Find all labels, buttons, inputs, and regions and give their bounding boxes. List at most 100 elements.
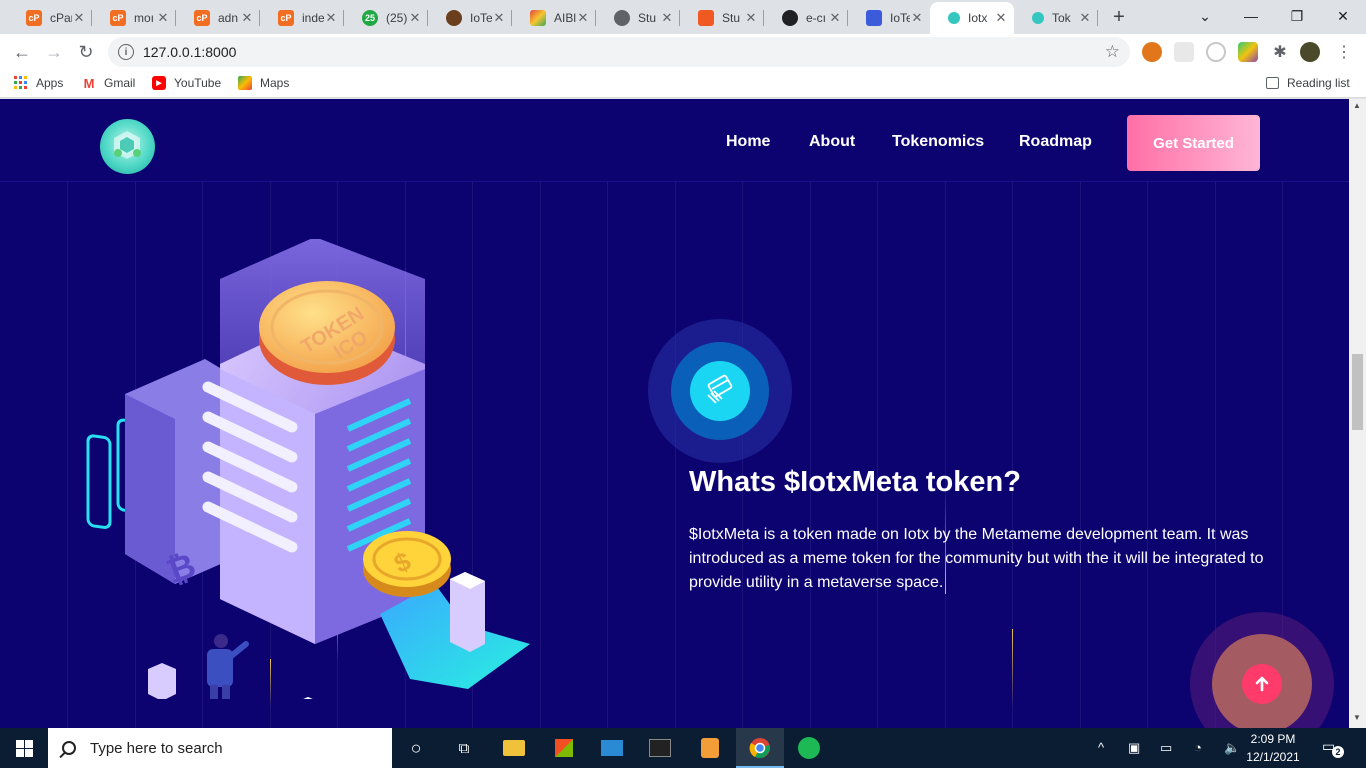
browser-tab[interactable]: cP inde ✕ [260, 4, 344, 32]
bookmark-gmail[interactable]: M Gmail [82, 76, 136, 91]
nav-roadmap[interactable]: Roadmap [1019, 133, 1092, 151]
search-placeholder: Type here to search [90, 739, 223, 757]
tray-app-icon[interactable]: ▣ [1128, 740, 1140, 756]
avatar[interactable] [1300, 42, 1320, 62]
cortana-icon[interactable]: ○ [404, 736, 428, 760]
close-icon[interactable]: ✕ [408, 10, 422, 26]
scrollbar-thumb[interactable] [1352, 354, 1363, 430]
puzzle-icon[interactable]: ✱ [1270, 42, 1290, 62]
wifi-icon[interactable]: ◔ [1194, 740, 1202, 755]
file-explorer-icon[interactable] [502, 736, 526, 760]
tab-label: Stu [722, 11, 741, 25]
scroll-up-icon[interactable]: ▲ [1353, 101, 1361, 110]
browser-tab-active[interactable]: Iotx ✕ [930, 2, 1014, 34]
taskbar-clock[interactable]: 2:09 PM 12/1/2021 [1246, 730, 1300, 766]
tab-favicon [866, 10, 882, 26]
tab-search-icon[interactable]: ⌄ [1182, 0, 1228, 32]
browser-tab[interactable]: cP moı ✕ [92, 4, 176, 32]
browser-tab[interactable]: Stu ✕ [596, 4, 680, 32]
new-tab-button[interactable]: + [1108, 6, 1130, 29]
scroll-down-icon[interactable]: ▼ [1353, 713, 1361, 722]
extension-icon[interactable] [1174, 42, 1194, 62]
nav-about[interactable]: About [809, 133, 855, 151]
forward-icon[interactable]: → [42, 40, 66, 64]
back-to-top-button[interactable] [1242, 664, 1282, 704]
metamask-extension-icon[interactable] [1142, 42, 1162, 62]
site-logo[interactable] [100, 119, 155, 174]
grid-line [877, 182, 878, 728]
tab-label: adn [218, 11, 239, 25]
battery-icon[interactable]: ▭ [1160, 740, 1172, 756]
close-icon[interactable]: ✕ [994, 10, 1008, 26]
reading-list-button[interactable]: Reading list [1266, 76, 1350, 90]
bookmark-maps[interactable]: Maps [238, 76, 289, 90]
browser-tab[interactable]: Tok ✕ [1014, 4, 1098, 32]
browser-tab[interactable]: Stu ✕ [680, 4, 764, 32]
store-icon[interactable] [552, 736, 576, 760]
extension-icon[interactable] [1206, 42, 1226, 62]
grid-line [1080, 182, 1081, 728]
nav-tokenomics[interactable]: Tokenomics [892, 133, 984, 151]
nav-home[interactable]: Home [726, 133, 770, 151]
tab-strip: cP cPar ✕ cP moı ✕ cP adn ✕ cP inde ✕ 25… [0, 0, 1366, 34]
token-ico-illustration: ₿ TOKEN ICO $ [86, 239, 530, 699]
terminal-icon[interactable] [648, 736, 672, 760]
close-icon[interactable]: ✕ [744, 10, 758, 26]
bookmark-youtube[interactable]: ▶ YouTube [152, 76, 221, 90]
youtube-icon: ▶ [152, 76, 166, 90]
spotify-icon[interactable] [797, 736, 821, 760]
close-icon[interactable]: ✕ [828, 10, 842, 26]
tab-favicon [530, 10, 546, 26]
notifications-button[interactable]: ▭ 2 [1322, 738, 1344, 758]
restore-button[interactable]: ❐ [1274, 0, 1320, 32]
sublime-text-icon[interactable] [698, 736, 722, 760]
browser-tab[interactable]: AIBl ✕ [512, 4, 596, 32]
browser-tab[interactable]: 25 (25) ✕ [344, 4, 428, 32]
close-icon[interactable]: ✕ [324, 10, 338, 26]
close-icon[interactable]: ✕ [240, 10, 254, 26]
volume-icon[interactable]: 🔈 [1224, 740, 1240, 756]
minimize-button[interactable]: — [1228, 0, 1274, 32]
extension-icon[interactable] [1238, 42, 1258, 62]
bookmark-apps[interactable]: Apps [14, 76, 63, 90]
close-window-button[interactable]: ✕ [1320, 0, 1366, 32]
browser-tab[interactable]: IoTe ✕ [848, 4, 930, 32]
browser-tab[interactable]: cP adn ✕ [176, 4, 260, 32]
close-icon[interactable]: ✕ [492, 10, 506, 26]
address-bar[interactable]: i 127.0.0.1:8000 ☆ [108, 37, 1130, 67]
bookmark-star-icon[interactable]: ☆ [1105, 42, 1120, 62]
get-started-button[interactable]: Get Started [1127, 115, 1260, 171]
close-icon[interactable]: ✕ [910, 10, 924, 26]
clock-time: 2:09 PM [1250, 732, 1296, 746]
close-icon[interactable]: ✕ [72, 10, 86, 26]
url-text[interactable]: 127.0.0.1:8000 [143, 44, 236, 60]
panel-outline [86, 434, 112, 529]
reload-icon[interactable]: ↻ [74, 40, 98, 64]
info-icon[interactable]: i [118, 44, 134, 60]
close-icon[interactable]: ✕ [156, 10, 170, 26]
tab-favicon: cP [110, 10, 126, 26]
windows-taskbar: Type here to search ○ ⧉ ^ ▣ ▭ ◔ 🔈 2:09 P… [0, 728, 1366, 768]
browser-tab[interactable]: cP cPar ✕ [8, 4, 92, 32]
close-icon[interactable]: ✕ [576, 10, 590, 26]
bookmark-label: Apps [36, 76, 64, 90]
tray-chevron-icon[interactable]: ^ [1098, 740, 1104, 755]
close-icon[interactable]: ✕ [660, 10, 674, 26]
close-icon[interactable]: ✕ [1078, 10, 1092, 26]
menu-icon[interactable]: ⋮ [1334, 42, 1354, 62]
section-heading: Whats $IotxMeta token? [689, 466, 1021, 498]
task-view-icon[interactable]: ⧉ [452, 736, 476, 760]
cube [148, 663, 176, 699]
tab-favicon: 25 [362, 10, 378, 26]
windows-start-button[interactable] [0, 728, 48, 768]
search-icon [62, 741, 76, 755]
browser-tab[interactable]: IoTe ✕ [428, 4, 512, 32]
grid-line [607, 182, 608, 728]
page-scrollbar[interactable]: ▲ ▼ [1349, 99, 1366, 728]
chrome-icon[interactable] [748, 736, 772, 760]
taskbar-search[interactable]: Type here to search [48, 728, 392, 768]
browser-tab[interactable]: e-cı ✕ [764, 4, 848, 32]
back-icon[interactable]: ← [10, 40, 34, 64]
bookmark-label: Maps [260, 76, 290, 90]
mail-icon[interactable] [600, 736, 624, 760]
